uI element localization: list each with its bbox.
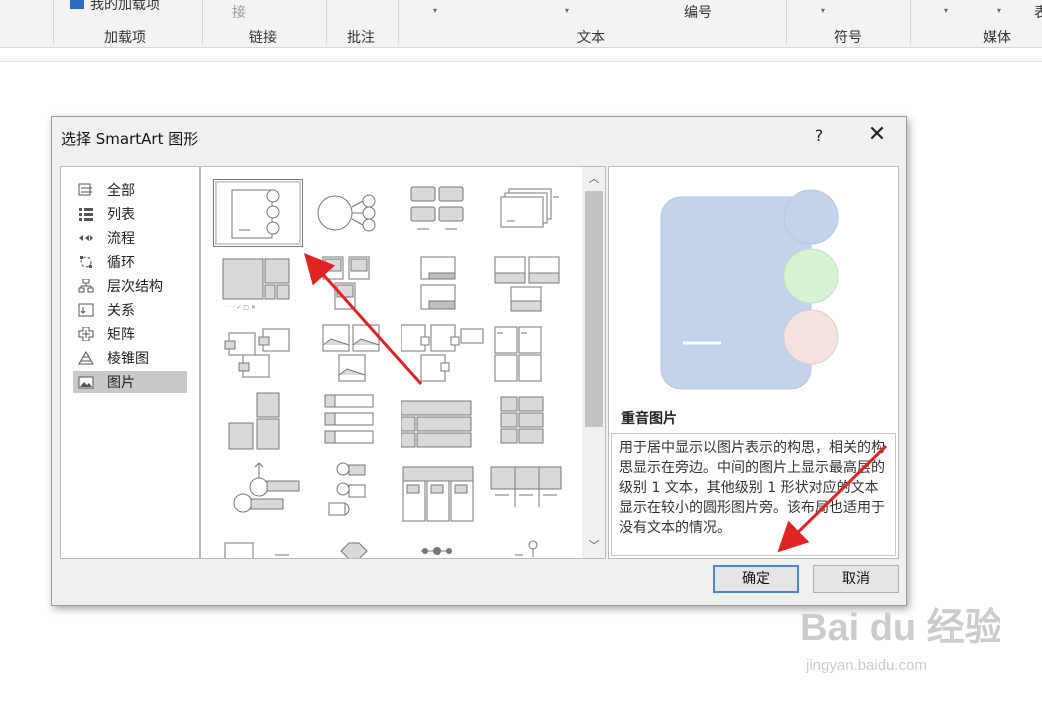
layout-accent-picture[interactable] xyxy=(213,179,303,247)
layout-circular-picture-callout[interactable] xyxy=(219,459,309,527)
picture-icon xyxy=(77,374,95,390)
pyramid-icon xyxy=(77,350,95,366)
group-label-addins: 加载项 xyxy=(104,30,146,46)
category-process[interactable]: 流程 xyxy=(73,227,187,249)
group-label-links: 链接 xyxy=(249,30,277,46)
preview-pane: 重音图片 用于居中显示以图片表示的构思，相关的构思显示在旁边。中间的图片上显示最… xyxy=(608,166,899,559)
layout-horizontal-picture-list[interactable] xyxy=(400,389,491,457)
layout-picture-columns[interactable] xyxy=(489,459,579,527)
category-pyramid[interactable]: 棱锥图 xyxy=(73,347,187,369)
svg-text:· · · ✓ ▢ ✕: · · · ✓ ▢ ✕ xyxy=(225,304,256,311)
layout-picture-partial-1[interactable] xyxy=(219,533,309,558)
ribbon-bottom-edge xyxy=(0,56,1042,62)
layout-bending-picture-grid[interactable]: · · · ✓ ▢ ✕ xyxy=(219,255,309,323)
smartart-dialog: 选择 SmartArt 图形 ? ✕ 全部 列表 流程 循环 层次结构 关系 矩… xyxy=(51,116,907,606)
table-button-fragment[interactable]: 表 xyxy=(1034,2,1042,22)
chevron-down-icon[interactable]: ﹀ xyxy=(582,536,605,556)
layout-title-picture-blocks[interactable] xyxy=(313,255,403,323)
dialog-title: 选择 SmartArt 图形 xyxy=(61,130,199,148)
chevron-down-icon[interactable]: ▾ xyxy=(433,6,437,15)
close-button[interactable]: ✕ xyxy=(864,122,890,148)
layout-pin-partial[interactable] xyxy=(489,533,579,558)
layout-hexagon-partial[interactable] xyxy=(313,533,403,558)
chevron-down-icon[interactable]: ▾ xyxy=(944,6,948,15)
layout-picture-caption-list[interactable] xyxy=(403,255,493,323)
hierarchy-icon xyxy=(77,278,95,294)
category-cycle[interactable]: 循环 xyxy=(73,251,187,273)
chevron-down-icon[interactable]: ▾ xyxy=(821,6,825,15)
layout-picture-accent-blocks[interactable] xyxy=(219,323,309,391)
category-list: 全部 列表 流程 循环 层次结构 关系 矩阵 棱锥图 图片 xyxy=(60,166,200,559)
group-label-text: 文本 xyxy=(577,30,605,46)
layout-titled-picture-blocks[interactable] xyxy=(401,459,491,527)
list-icon xyxy=(77,206,95,222)
scrollbar-thumb[interactable] xyxy=(585,191,603,427)
layout-picture-grid[interactable] xyxy=(399,179,489,247)
relationship-icon xyxy=(77,302,95,318)
watermark-url: jingyan.baidu.com xyxy=(805,657,927,674)
layout-gallery: · · · ✓ ▢ ✕ ︿ ﹀ xyxy=(200,166,606,559)
link-button-fragment[interactable]: 接 xyxy=(232,2,246,22)
ok-button[interactable]: 确定 xyxy=(713,565,799,593)
category-relationship[interactable]: 关系 xyxy=(73,299,187,321)
matrix-icon xyxy=(77,326,95,342)
store-icon xyxy=(70,0,84,9)
ribbon: 我的加载项 接 ▾ ▾ 编号 ▾ ▾ ▾ 表 加载项 链接 批注 文本 符号 媒… xyxy=(0,0,1042,48)
category-all[interactable]: 全部 xyxy=(73,179,187,201)
layout-ascending-picture-blocks[interactable] xyxy=(219,389,309,457)
chevron-down-icon[interactable]: ▾ xyxy=(997,6,1001,15)
preview-graphic xyxy=(660,189,839,390)
category-picture[interactable]: 图片 xyxy=(73,371,187,393)
layout-vertical-picture-list[interactable] xyxy=(313,389,403,457)
layout-snapshot-picture-list[interactable] xyxy=(489,255,579,323)
process-icon xyxy=(77,230,95,246)
preview-title: 重音图片 xyxy=(621,411,677,427)
layout-circle-accent[interactable] xyxy=(309,179,399,247)
layout-connected-partial[interactable] xyxy=(401,533,491,558)
category-list-item[interactable]: 列表 xyxy=(73,203,187,225)
all-icon xyxy=(77,182,95,198)
layout-bubble-picture-list[interactable] xyxy=(400,323,491,391)
chevron-up-icon[interactable]: ︿ xyxy=(582,169,605,189)
layout-picture-lineup[interactable] xyxy=(489,389,579,457)
layout-circle-picture-list[interactable] xyxy=(313,459,403,527)
my-addins-button[interactable]: 我的加载项 xyxy=(70,0,160,14)
group-label-comments: 批注 xyxy=(347,30,375,46)
layout-framed-text-picture[interactable] xyxy=(313,323,403,391)
preview-description: 用于居中显示以图片表示的构思，相关的构思显示在旁边。中间的图片上显示最高层的级别… xyxy=(611,433,896,556)
layout-stacked-pictures[interactable] xyxy=(489,179,579,247)
group-label-symbols: 符号 xyxy=(834,30,862,46)
cycle-icon xyxy=(77,254,95,270)
baidu-watermark: Bai du 经验 jingyan.baidu.com xyxy=(800,588,1003,688)
group-label-media: 媒体 xyxy=(983,30,1011,46)
gallery-scrollbar[interactable]: ︿ ﹀ xyxy=(582,167,605,558)
watermark-brand: Bai du 经验 xyxy=(800,607,1000,649)
category-matrix[interactable]: 矩阵 xyxy=(73,323,187,345)
chevron-down-icon[interactable]: ▾ xyxy=(565,6,569,15)
help-button[interactable]: ? xyxy=(812,126,826,145)
layout-picture-frame-grid[interactable] xyxy=(489,323,579,391)
category-hierarchy[interactable]: 层次结构 xyxy=(73,275,187,297)
numbering-button[interactable]: 编号 xyxy=(684,2,712,22)
